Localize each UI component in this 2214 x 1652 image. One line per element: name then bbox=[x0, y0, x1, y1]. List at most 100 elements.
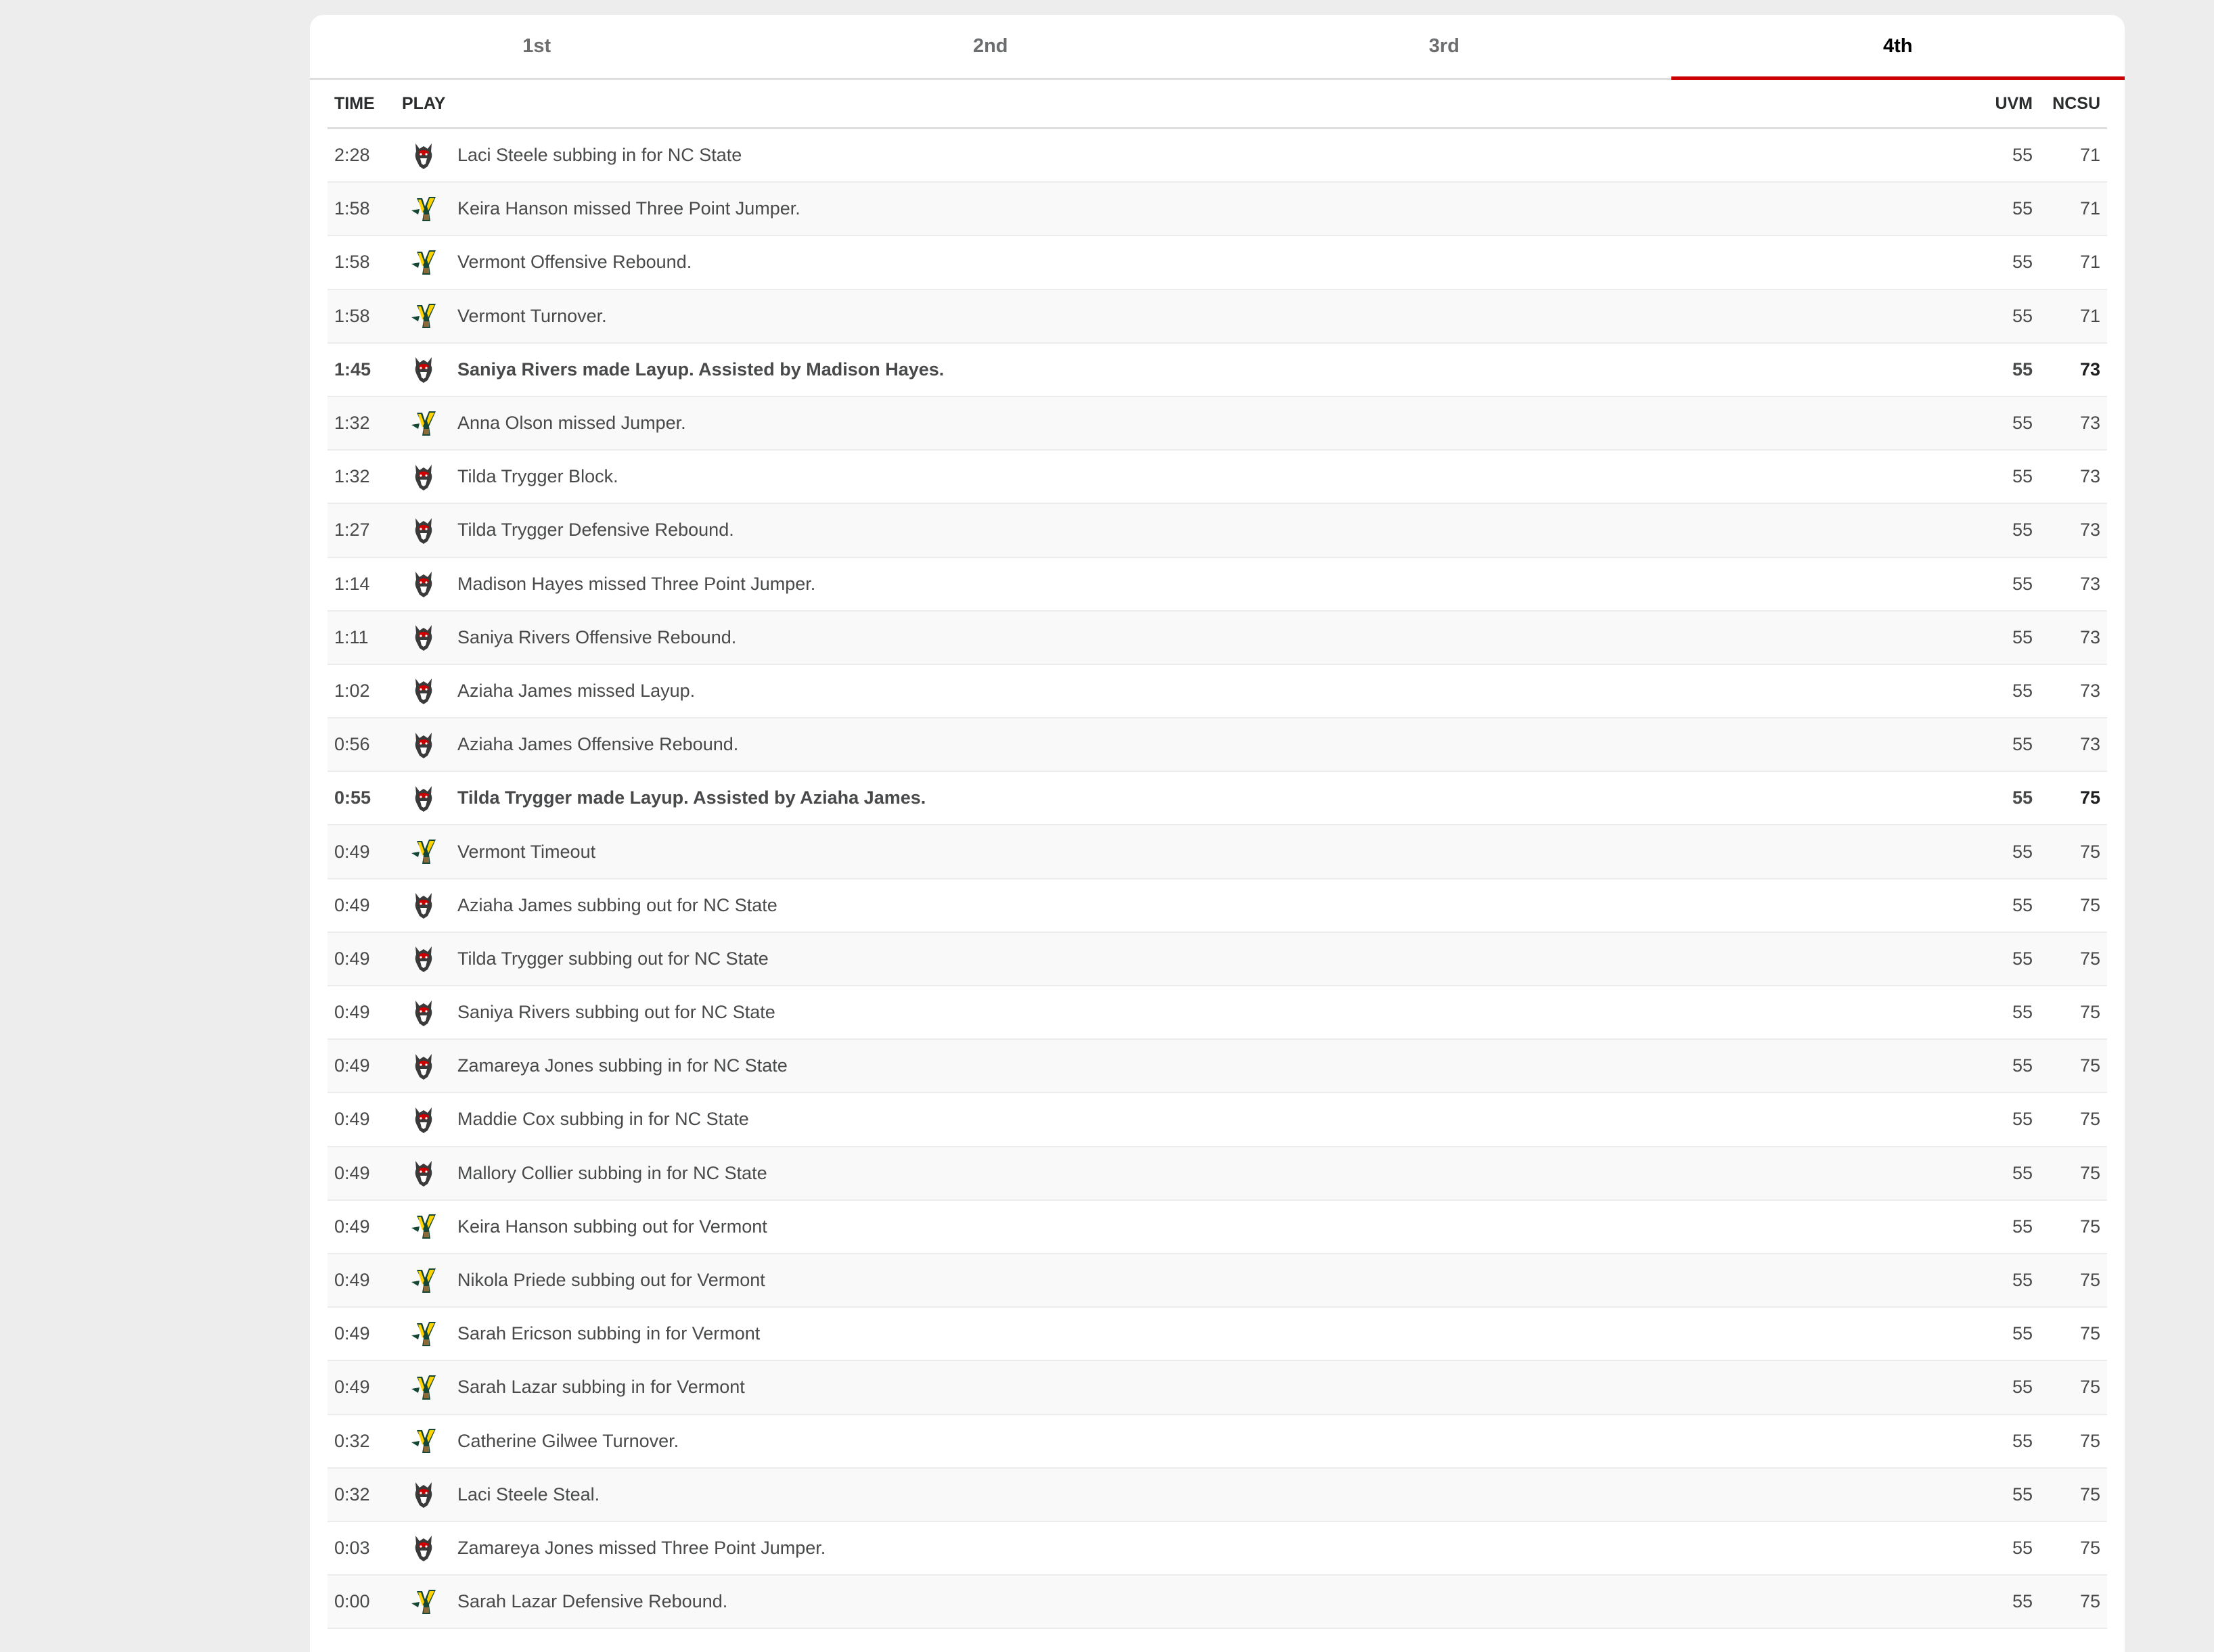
play-description: Catherine Gilwee Turnover. bbox=[457, 1430, 679, 1451]
table-row: 0:49 Vermont Timeout 55 75 bbox=[327, 825, 2107, 879]
score-ncsu: 71 bbox=[2079, 305, 2100, 326]
play-time: 0:49 bbox=[334, 841, 370, 862]
score-ncsu: 75 bbox=[2079, 1055, 2100, 1076]
play-description: Nikola Priede subbing out for Vermont bbox=[457, 1270, 765, 1291]
score-ncsu: 73 bbox=[2079, 359, 2100, 380]
play-cell: Madison Hayes missed Three Point Jumper. bbox=[402, 569, 1958, 599]
play-description: Tilda Trygger made Layup. Assisted by Az… bbox=[457, 787, 926, 808]
score-uvm: 55 bbox=[2012, 1216, 2033, 1237]
play-description: Vermont Offensive Rebound. bbox=[457, 252, 692, 273]
score-ncsu: 73 bbox=[2079, 626, 2100, 647]
score-ncsu: 75 bbox=[2079, 1323, 2100, 1344]
play-time: 1:58 bbox=[334, 305, 370, 326]
play-cell: Laci Steele Steal. bbox=[402, 1479, 1958, 1509]
play-time: 0:32 bbox=[334, 1430, 370, 1451]
play-description: Laci Steele Steal. bbox=[457, 1484, 600, 1505]
play-cell: Zamareya Jones missed Three Point Jumper… bbox=[402, 1533, 1958, 1563]
table-body: 2:28 Laci Steele subbing in for NC State 5… bbox=[327, 129, 2107, 1630]
play-cell: Nikola Priede subbing out for Vermont bbox=[402, 1266, 1958, 1295]
play-cell: Tilda Trygger Block. bbox=[402, 462, 1958, 492]
play-description: Tilda Trygger Block. bbox=[457, 466, 618, 487]
play-cell: Zamareya Jones subbing in for NC State bbox=[402, 1051, 1958, 1081]
score-uvm: 55 bbox=[2012, 573, 2033, 594]
play-time: 1:02 bbox=[334, 680, 370, 701]
wolfpack-logo-icon bbox=[410, 622, 437, 652]
play-cell: Vermont Timeout bbox=[402, 837, 1958, 867]
wolfpack-logo-icon bbox=[410, 462, 437, 492]
score-uvm: 55 bbox=[2012, 1323, 2033, 1344]
play-cell: Saniya Rivers subbing out for NC State bbox=[402, 998, 1958, 1028]
play-description: Vermont Timeout bbox=[457, 841, 596, 862]
tab-4th[interactable]: 4th bbox=[1671, 15, 2125, 80]
wolfpack-logo-icon bbox=[410, 1051, 437, 1081]
table-row: 1:58 Keira Hanson missed Three Point Jump… bbox=[327, 183, 2107, 237]
score-uvm: 55 bbox=[2012, 252, 2033, 273]
catamounts-logo-icon bbox=[410, 248, 437, 277]
tab-1st[interactable]: 1st bbox=[310, 15, 764, 78]
play-time: 0:56 bbox=[334, 734, 370, 755]
score-ncsu: 75 bbox=[2079, 1537, 2100, 1558]
play-cell: Tilda Trygger made Layup. Assisted by Az… bbox=[402, 783, 1958, 813]
score-ncsu: 71 bbox=[2079, 252, 2100, 273]
table-row: 1:11 Saniya Rivers Offensive Rebound. 55 73 bbox=[327, 611, 2107, 665]
score-uvm: 55 bbox=[2012, 1002, 2033, 1023]
score-uvm: 55 bbox=[2012, 413, 2033, 434]
play-by-play-table: TIME PLAY UVM NCSU 2:28 Laci Steele subbi… bbox=[327, 80, 2107, 1630]
score-ncsu: 73 bbox=[2079, 573, 2100, 594]
score-ncsu: 71 bbox=[2079, 198, 2100, 219]
catamounts-logo-icon bbox=[410, 301, 437, 331]
play-cell: Aziaha James Offensive Rebound. bbox=[402, 730, 1958, 760]
play-description: Mallory Collier subbing in for NC State bbox=[457, 1162, 767, 1183]
catamounts-logo-icon bbox=[410, 1212, 437, 1241]
play-description: Saniya Rivers made Layup. Assisted by Ma… bbox=[457, 359, 945, 380]
score-ncsu: 75 bbox=[2079, 1002, 2100, 1023]
play-time: 0:32 bbox=[334, 1484, 370, 1505]
score-uvm: 55 bbox=[2012, 359, 2033, 380]
play-cell: Anna Olson missed Jumper. bbox=[402, 409, 1958, 438]
play-time: 0:49 bbox=[334, 894, 370, 915]
score-ncsu: 75 bbox=[2079, 894, 2100, 915]
table-row: 1:27 Tilda Trygger Defensive Rebound. 55 73 bbox=[327, 504, 2107, 558]
score-ncsu: 75 bbox=[2079, 1430, 2100, 1451]
wolfpack-logo-icon bbox=[410, 515, 437, 545]
score-ncsu: 73 bbox=[2079, 413, 2100, 434]
play-cell: Tilda Trygger subbing out for NC State bbox=[402, 944, 1958, 973]
catamounts-logo-icon bbox=[410, 1319, 437, 1349]
table-row: 0:49 Nikola Priede subbing out for Vermon… bbox=[327, 1254, 2107, 1308]
score-uvm: 55 bbox=[2012, 1430, 2033, 1451]
header-uvm: UVM bbox=[1995, 93, 2033, 113]
play-description: Vermont Turnover. bbox=[457, 305, 607, 326]
table-row: 0:49 Zamareya Jones subbing in for NC Sta… bbox=[327, 1040, 2107, 1094]
play-cell: Sarah Ericson subbing in for Vermont bbox=[402, 1319, 1958, 1349]
play-time: 0:49 bbox=[334, 1216, 370, 1237]
header-ncsu: NCSU bbox=[2052, 93, 2100, 113]
play-time: 2:28 bbox=[334, 145, 370, 166]
play-cell: Vermont Offensive Rebound. bbox=[402, 248, 1958, 277]
score-uvm: 55 bbox=[2012, 841, 2033, 862]
catamounts-logo-icon bbox=[410, 837, 437, 867]
play-cell: Tilda Trygger Defensive Rebound. bbox=[402, 515, 1958, 545]
table-row: 1:32 Tilda Trygger Block. 55 73 bbox=[327, 451, 2107, 505]
score-uvm: 55 bbox=[2012, 198, 2033, 219]
score-ncsu: 75 bbox=[2079, 1270, 2100, 1291]
wolfpack-logo-icon bbox=[410, 998, 437, 1028]
play-time: 0:49 bbox=[334, 1002, 370, 1023]
play-time: 0:49 bbox=[334, 1270, 370, 1291]
tab-2nd[interactable]: 2nd bbox=[764, 15, 1218, 78]
play-time: 0:49 bbox=[334, 1162, 370, 1183]
table-row: 1:32 Anna Olson missed Jumper. 55 73 bbox=[327, 396, 2107, 451]
score-uvm: 55 bbox=[2012, 1055, 2033, 1076]
play-by-play-card: 1st 2nd 3rd 4th TIME PLAY UVM NCSU 2:28 L… bbox=[310, 15, 2125, 1652]
header-play: PLAY bbox=[402, 93, 446, 113]
wolfpack-logo-icon bbox=[410, 890, 437, 920]
play-description: Keira Hanson subbing out for Vermont bbox=[457, 1216, 767, 1237]
play-description: Keira Hanson missed Three Point Jumper. bbox=[457, 198, 800, 219]
wolfpack-logo-icon bbox=[410, 676, 437, 706]
tab-3rd[interactable]: 3rd bbox=[1217, 15, 1671, 78]
wolfpack-logo-icon bbox=[410, 354, 437, 384]
score-ncsu: 75 bbox=[2079, 841, 2100, 862]
score-uvm: 55 bbox=[2012, 787, 2033, 808]
table-row: 0:49 Saniya Rivers subbing out for NC Sta… bbox=[327, 986, 2107, 1040]
wolfpack-logo-icon bbox=[410, 141, 437, 170]
play-time: 0:49 bbox=[334, 1109, 370, 1130]
